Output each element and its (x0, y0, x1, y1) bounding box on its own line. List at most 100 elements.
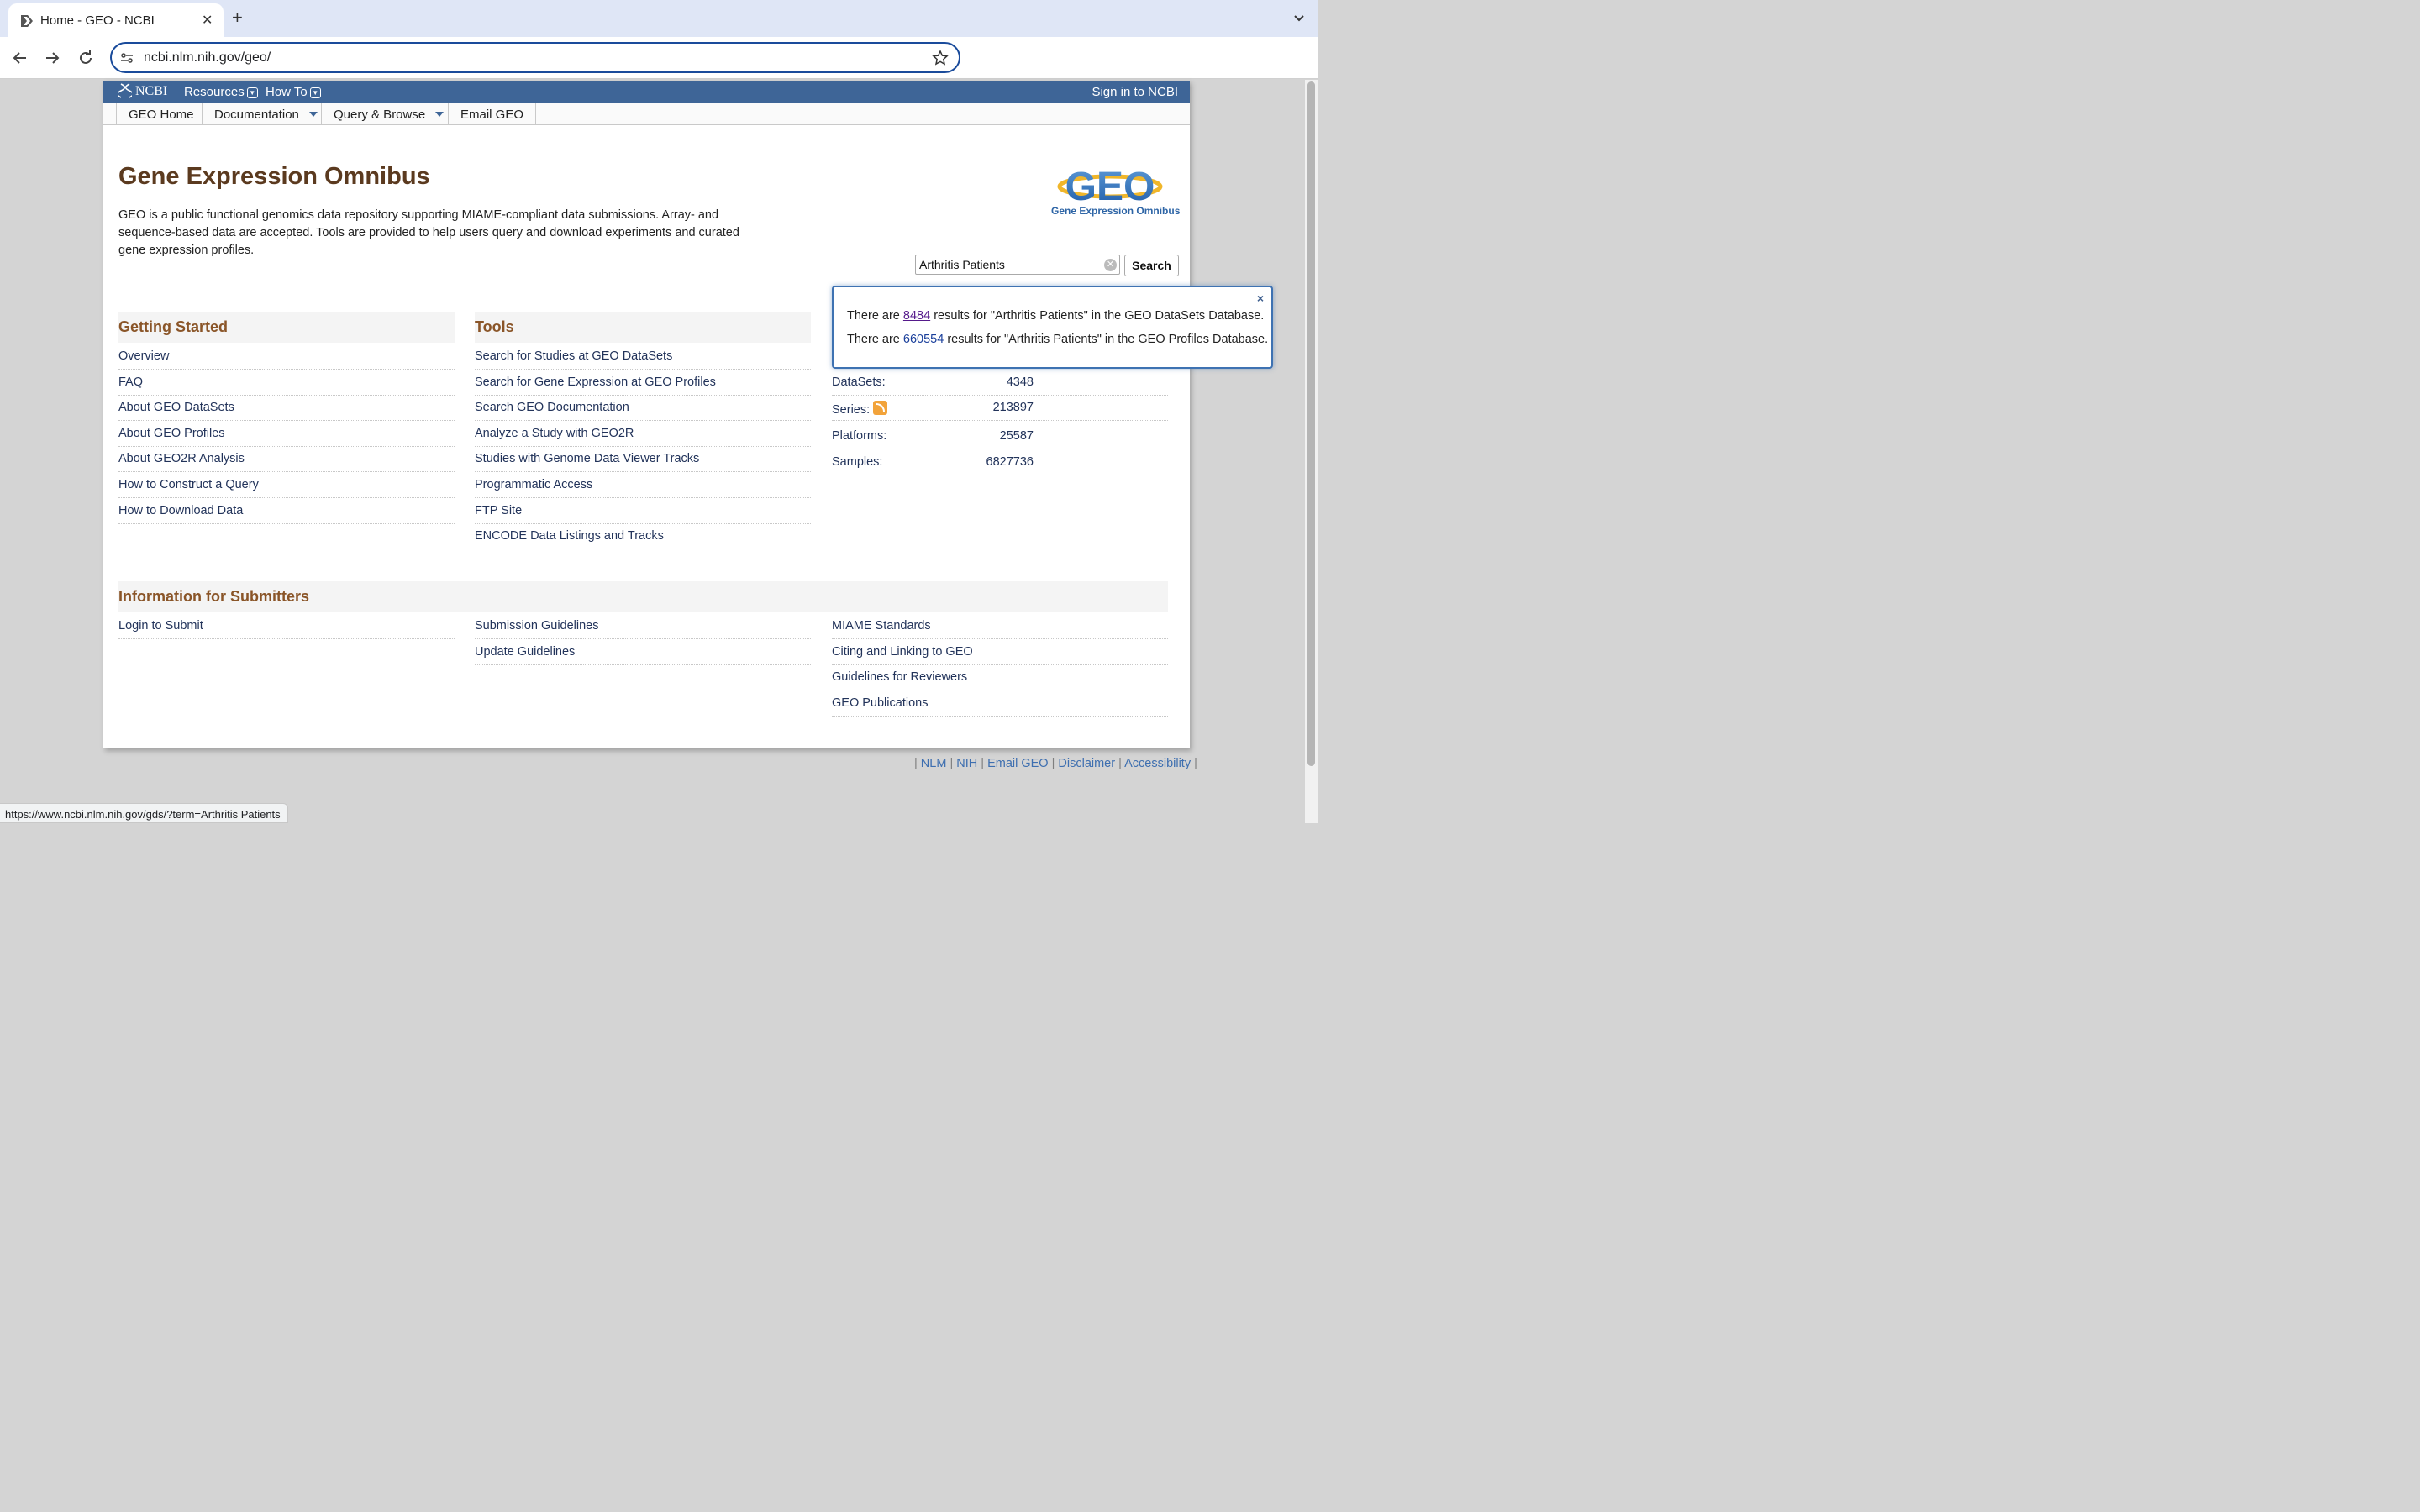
footer-link-disclaimer[interactable]: Disclaimer (1058, 757, 1115, 770)
popup-line2-suffix: results for "Arthritis Patients" in the … (944, 333, 1269, 346)
address-bar[interactable]: ncbi.nlm.nih.gov/geo/ (110, 42, 960, 73)
ncbi-helix-icon (116, 83, 134, 98)
search-button[interactable]: Search (1124, 255, 1179, 276)
popup-profiles-line: There are 660554 results for "Arthritis … (847, 333, 1268, 346)
stats-value-platforms: 25587 (999, 429, 1034, 443)
tools-heading: Tools (475, 312, 811, 343)
address-url: ncbi.nlm.nih.gov/geo/ (144, 50, 271, 65)
how-to-label: How To (266, 85, 308, 99)
caret-down-icon (308, 112, 318, 117)
datasets-count-link[interactable]: 8484 (903, 309, 930, 323)
footer-link-email-geo[interactable]: Email GEO (987, 757, 1049, 770)
page-container: NCBI Resources ▼ How To ▼ Sign in to NCBI … (103, 81, 1190, 748)
link-about-geo-profiles[interactable]: About GEO Profiles (118, 421, 455, 447)
link-construct-query[interactable]: How to Construct a Query (118, 472, 455, 498)
link-encode[interactable]: ENCODE Data Listings and Tracks (475, 523, 811, 549)
back-arrow-icon[interactable] (10, 48, 30, 68)
link-genome-viewer[interactable]: Studies with Genome Data Viewer Tracks (475, 446, 811, 472)
vertical-scrollbar[interactable] (1305, 80, 1318, 823)
clear-search-icon[interactable]: ✕ (1104, 259, 1117, 271)
profiles-count-link[interactable]: 660554 (903, 333, 944, 346)
link-geo-publications[interactable]: GEO Publications (832, 690, 1168, 717)
popup-line2-prefix: There are (847, 333, 903, 346)
stats-label-samples[interactable]: Samples: (832, 455, 882, 469)
nav-documentation[interactable]: Documentation (202, 103, 329, 125)
popup-line1-suffix: results for "Arthritis Patients" in the … (930, 309, 1265, 323)
popup-close-icon[interactable]: × (1257, 291, 1264, 305)
ncbi-logo[interactable]: NCBI (116, 83, 168, 99)
stats-row-platforms: Platforms: 25587 (832, 423, 1168, 449)
tab-title: Home - GEO - NCBI (40, 13, 155, 28)
page-title: Gene Expression Omnibus (118, 163, 430, 190)
link-search-studies[interactable]: Search for Studies at GEO DataSets (475, 344, 811, 370)
link-search-gene-expression[interactable]: Search for Gene Expression at GEO Profil… (475, 370, 811, 396)
geo-logo-text: GEO (1065, 165, 1155, 209)
stats-value-datasets: 4348 (1006, 375, 1034, 389)
forward-arrow-icon[interactable] (42, 48, 62, 68)
new-tab-button[interactable]: + (232, 8, 243, 27)
browser-tab[interactable]: Home - GEO - NCBI ✕ (8, 3, 224, 37)
stats-label-series[interactable]: Series: (832, 403, 870, 417)
ncbi-favicon-icon (21, 15, 33, 27)
resources-dropdown-icon: ▼ (246, 87, 258, 98)
link-citing-linking[interactable]: Citing and Linking to GEO (832, 639, 1168, 665)
geo-nav-bar: GEO Home Documentation Query & Browse Em… (103, 103, 1190, 125)
link-search-documentation[interactable]: Search GEO Documentation (475, 395, 811, 421)
link-update-guidelines[interactable]: Update Guidelines (475, 639, 811, 665)
stats-value-series: 213897 (992, 401, 1034, 414)
stats-row-datasets: DataSets: 4348 (832, 370, 1168, 396)
page-footer: | NLM | NIH | Email GEO | Disclaimer | A… (914, 757, 1197, 770)
scrollbar-thumb[interactable] (1307, 81, 1315, 766)
link-overview[interactable]: Overview (118, 344, 455, 370)
link-programmatic-access[interactable]: Programmatic Access (475, 472, 811, 498)
search-results-popup: × There are 8484 results for "Arthritis … (832, 286, 1273, 369)
nav-geo-home[interactable]: GEO Home (116, 103, 206, 125)
getting-started-heading: Getting Started (118, 312, 455, 343)
link-guidelines-reviewers[interactable]: Guidelines for Reviewers (832, 664, 1168, 690)
how-to-menu[interactable]: How To ▼ (266, 85, 321, 99)
bookmark-star-icon[interactable] (932, 50, 949, 66)
nav-query-browse-label: Query & Browse (334, 108, 426, 122)
resources-menu[interactable]: Resources ▼ (184, 85, 258, 99)
nav-query-browse[interactable]: Query & Browse (321, 103, 455, 125)
ncbi-header-bar: NCBI Resources ▼ How To ▼ Sign in to NCBI (103, 81, 1190, 103)
geo-logo-caption: Gene Expression Omnibus (1051, 205, 1181, 217)
link-faq[interactable]: FAQ (118, 370, 455, 396)
browser-toolbar: ncbi.nlm.nih.gov/geo/ (0, 37, 1318, 79)
footer-link-accessibility[interactable]: Accessibility (1124, 757, 1191, 770)
link-ftp-site[interactable]: FTP Site (475, 498, 811, 524)
link-submission-guidelines[interactable]: Submission Guidelines (475, 613, 811, 639)
link-login-to-submit[interactable]: Login to Submit (118, 613, 455, 639)
tab-search-chevron-icon[interactable] (1292, 10, 1307, 25)
nav-documentation-label: Documentation (214, 108, 299, 122)
link-miame-standards[interactable]: MIAME Standards (832, 613, 1168, 639)
link-about-geo2r[interactable]: About GEO2R Analysis (118, 446, 455, 472)
status-bar-url: https://www.ncbi.nlm.nih.gov/gds/?term=A… (0, 803, 288, 823)
ncbi-logo-text: NCBI (135, 84, 168, 98)
caret-down-icon (435, 112, 445, 117)
stats-label-datasets[interactable]: DataSets: (832, 375, 886, 389)
link-geo2r[interactable]: Analyze a Study with GEO2R (475, 421, 811, 447)
intro-text: GEO is a public functional genomics data… (118, 208, 739, 257)
footer-link-nih[interactable]: NIH (956, 757, 977, 770)
stats-row-samples: Samples: 6827736 (832, 449, 1168, 475)
resources-label: Resources (184, 85, 245, 99)
browser-tab-strip: Home - GEO - NCBI ✕ + (0, 0, 1318, 37)
rss-feed-icon[interactable] (873, 401, 888, 415)
nav-email-geo[interactable]: Email GEO (448, 103, 537, 125)
submitters-heading: Information for Submitters (118, 581, 1168, 612)
sign-in-link[interactable]: Sign in to NCBI (1092, 85, 1178, 99)
stats-label-platforms[interactable]: Platforms: (832, 429, 886, 443)
stats-row-series: Series: 213897 (832, 395, 1168, 421)
link-download-data[interactable]: How to Download Data (118, 498, 455, 524)
link-about-geo-datasets[interactable]: About GEO DataSets (118, 395, 455, 421)
tab-close-icon[interactable]: ✕ (202, 12, 213, 29)
popup-datasets-line: There are 8484 results for "Arthritis Pa… (847, 309, 1264, 323)
how-to-dropdown-icon: ▼ (309, 87, 321, 98)
footer-link-nlm[interactable]: NLM (921, 757, 947, 770)
site-settings-icon[interactable] (120, 51, 134, 65)
popup-line1-prefix: There are (847, 309, 903, 323)
reload-icon[interactable] (76, 48, 96, 68)
stats-value-samples: 6827736 (986, 455, 1034, 469)
search-input[interactable]: Arthritis Patients ✕ (915, 255, 1120, 275)
